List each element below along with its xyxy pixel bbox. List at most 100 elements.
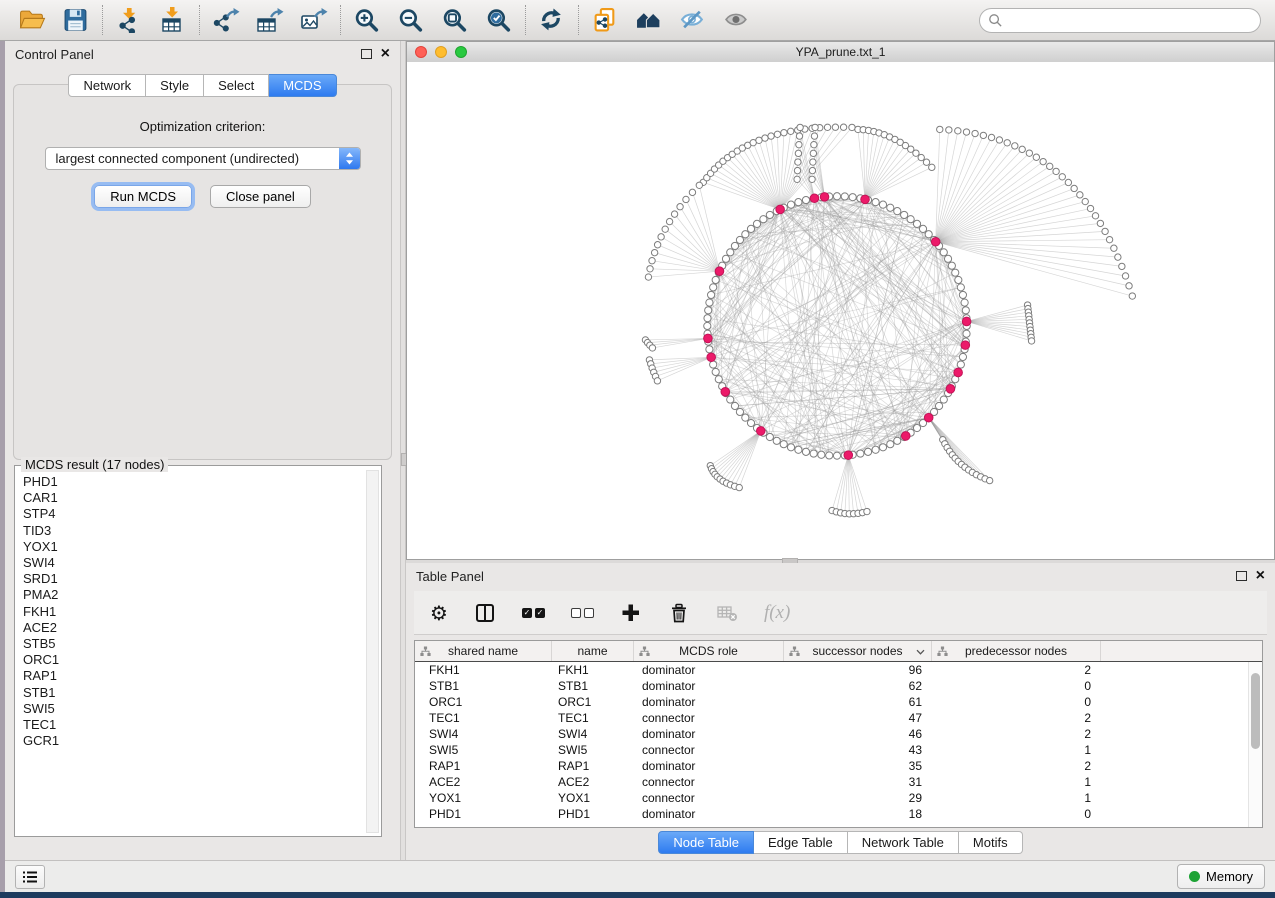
eye-button[interactable] — [721, 4, 753, 36]
table-scrollbar[interactable] — [1248, 662, 1262, 827]
float-panel-icon[interactable] — [1236, 571, 1247, 581]
network-canvas[interactable] — [407, 62, 1274, 559]
app-window: Control Panel × NetworkStyleSelectMCDS O… — [0, 0, 1275, 898]
tab-network[interactable]: Network — [68, 74, 146, 97]
mcds-scrollbar[interactable] — [366, 470, 379, 833]
table-row[interactable]: PHD1PHD1dominator180 — [415, 806, 1262, 822]
table-cell: dominator — [634, 679, 784, 693]
table-row[interactable]: RAP1RAP1dominator352 — [415, 758, 1262, 774]
zoom-out-button[interactable] — [395, 4, 427, 36]
zoom-fit-button[interactable] — [439, 4, 471, 36]
search-input[interactable] — [1008, 12, 1252, 29]
mcds-result-item[interactable]: RAP1 — [23, 668, 367, 684]
network-graph[interactable] — [407, 62, 1274, 559]
mcds-result-item[interactable]: ACE2 — [23, 620, 367, 636]
deselect-all-button[interactable] — [571, 608, 594, 618]
mcds-result-item[interactable]: ORC1 — [23, 652, 367, 668]
tab-style[interactable]: Style — [146, 74, 204, 97]
network-titlebar[interactable]: YPA_prune.txt_1 — [407, 42, 1274, 63]
table-cell: FKH1 — [552, 663, 634, 677]
column-header-successor-nodes[interactable]: successor nodes — [784, 641, 932, 661]
mcds-result-item[interactable]: CAR1 — [23, 490, 367, 506]
right-area: YPA_prune.txt_1 Table Panel × ⚙✓✓f(x) sh… — [406, 41, 1275, 860]
mcds-result-item[interactable]: STP4 — [23, 506, 367, 522]
import-table-button[interactable] — [157, 4, 189, 36]
control-panel-title: Control Panel — [15, 47, 94, 62]
zoom-in-icon — [353, 7, 381, 33]
mcds-result-item[interactable]: PMA2 — [23, 587, 367, 603]
column-header-name[interactable]: name — [552, 641, 634, 661]
mcds-result-item[interactable]: STB5 — [23, 636, 367, 652]
gear-button[interactable]: ⚙ — [430, 603, 448, 623]
column-header-predecessor-nodes[interactable]: predecessor nodes — [932, 641, 1101, 661]
memory-button[interactable]: Memory — [1177, 864, 1265, 889]
table-row[interactable]: FKH1FKH1dominator962 — [415, 662, 1262, 678]
mcds-result-item[interactable]: SRD1 — [23, 571, 367, 587]
table-row[interactable]: SWI4SWI4dominator462 — [415, 726, 1262, 742]
column-header-shared-name[interactable]: shared name — [415, 641, 552, 661]
run-mcds-button[interactable]: Run MCDS — [94, 185, 192, 208]
tab-select[interactable]: Select — [204, 74, 269, 97]
eye-slash-button[interactable] — [677, 4, 709, 36]
table-scrollbar-thumb[interactable] — [1251, 673, 1260, 749]
optimization-criterion-select[interactable]: largest connected component (undirected) — [45, 147, 361, 170]
mcds-result-item[interactable]: TID3 — [23, 523, 367, 539]
export-image-button[interactable] — [298, 4, 330, 36]
mcds-result-item[interactable]: GCR1 — [23, 733, 367, 749]
table-cell: RAP1 — [415, 759, 552, 773]
table-row[interactable]: ACE2ACE2connector311 — [415, 774, 1262, 790]
network-window: YPA_prune.txt_1 — [406, 41, 1275, 560]
close-panel-icon[interactable]: × — [1256, 570, 1265, 582]
tab-network-table[interactable]: Network Table — [848, 831, 959, 854]
table-row[interactable]: ORC1ORC1dominator610 — [415, 694, 1262, 710]
close-panel-icon[interactable]: × — [381, 48, 390, 60]
mcds-result-item[interactable]: PHD1 — [23, 474, 367, 490]
table-cell: connector — [634, 775, 784, 789]
table-cell: 2 — [932, 727, 1101, 741]
table-row[interactable]: TEC1TEC1connector472 — [415, 710, 1262, 726]
close-panel-button[interactable]: Close panel — [210, 185, 311, 208]
add-row-button[interactable] — [620, 602, 642, 624]
table-row[interactable]: YOX1YOX1connector291 — [415, 790, 1262, 806]
table-cell: 2 — [932, 711, 1101, 725]
task-history-button[interactable] — [15, 865, 45, 889]
import-network-button[interactable] — [113, 4, 145, 36]
tab-node-table[interactable]: Node Table — [658, 831, 754, 854]
column-label: name — [577, 644, 607, 658]
delete-row-button[interactable] — [668, 602, 690, 624]
export-network-button[interactable] — [210, 4, 242, 36]
mcds-result-item[interactable]: FKH1 — [23, 604, 367, 620]
mcds-result-item[interactable]: STB1 — [23, 685, 367, 701]
checked-box-icon: ✓ — [535, 608, 545, 618]
columns-button[interactable] — [474, 602, 496, 624]
table-cell: SWI4 — [415, 727, 552, 741]
mcds-result-item[interactable]: SWI4 — [23, 555, 367, 571]
zoom-in-button[interactable] — [351, 4, 383, 36]
node-table: shared name name MCDS role successor nodesp… — [414, 640, 1263, 828]
houses-button[interactable] — [633, 4, 665, 36]
float-panel-icon[interactable] — [361, 49, 372, 59]
table-cell: 96 — [784, 663, 932, 677]
zoom-selected-button[interactable] — [483, 4, 515, 36]
export-table-button[interactable] — [254, 4, 286, 36]
tab-edge-table[interactable]: Edge Table — [754, 831, 848, 854]
mcds-result-item[interactable]: TEC1 — [23, 717, 367, 733]
function-icon: f(x) — [764, 602, 790, 624]
mcds-result-item[interactable]: SWI5 — [23, 701, 367, 717]
select-all-button[interactable]: ✓✓ — [522, 608, 545, 618]
tab-mcds[interactable]: MCDS — [269, 74, 336, 97]
column-header-MCDS-role[interactable]: MCDS role — [634, 641, 784, 661]
control-panel-titlebar: Control Panel × — [5, 41, 400, 67]
folder-open-button[interactable] — [16, 4, 48, 36]
column-label: MCDS role — [679, 644, 738, 658]
save-button[interactable] — [60, 4, 92, 36]
shared-column-icon — [639, 646, 650, 657]
table-row[interactable]: SWI5SWI5connector431 — [415, 742, 1262, 758]
tab-motifs[interactable]: Motifs — [959, 831, 1023, 854]
table-cell: SWI5 — [552, 743, 634, 757]
table-row[interactable]: STB1STB1dominator620 — [415, 678, 1262, 694]
table-cell: STB1 — [415, 679, 552, 693]
mcds-result-item[interactable]: YOX1 — [23, 539, 367, 555]
refresh-button[interactable] — [536, 4, 568, 36]
duplicate-network-button[interactable] — [589, 4, 621, 36]
